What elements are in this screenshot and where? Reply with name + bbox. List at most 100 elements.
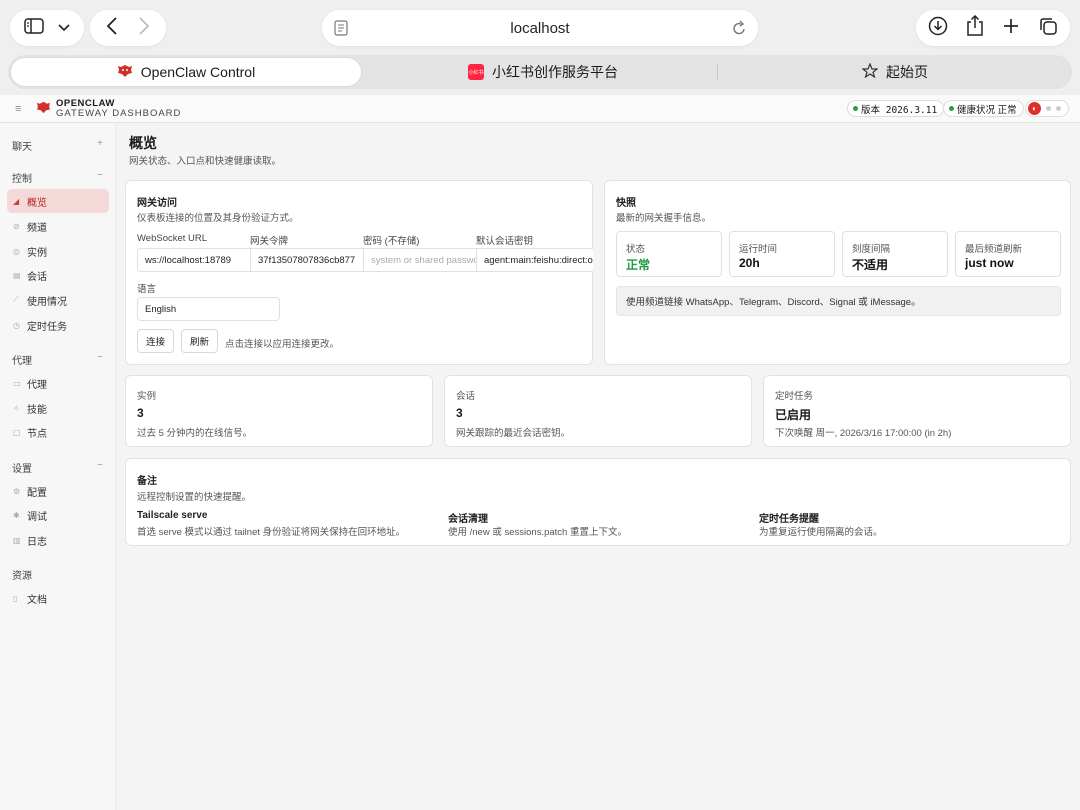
- gateway-token-input[interactable]: 37f13507807836cb877: [250, 248, 364, 272]
- tab-xiaohongshu[interactable]: 小红书 小红书创作服务平台: [368, 57, 718, 87]
- link-icon: ⊘: [13, 221, 20, 231]
- note-title: 定时任务提醒: [759, 514, 819, 525]
- stat-value: just now: [965, 256, 1014, 270]
- sidebar-item-sessions[interactable]: ▤ 会话: [7, 263, 109, 287]
- sidebar-item-label: 概览: [27, 197, 47, 209]
- sidebar-item-nodes[interactable]: ▢ 节点: [7, 420, 109, 444]
- overview-icon: ◢: [13, 196, 20, 206]
- sidebar-item-label: 技能: [27, 404, 47, 416]
- version-badge: 版本 2026.3.11: [847, 100, 945, 117]
- group-toggle[interactable]: −: [97, 460, 103, 471]
- sidebar-item-agents[interactable]: ▭ 代理: [7, 371, 109, 395]
- sidebar: 聊天 + 控制 − ◢ 概览 ⊘ 频道 ◎ 实例 ▤ 会话 ⟋ 使用情况 ◷ 定时任务 代理…: [0, 123, 116, 810]
- forward-icon[interactable]: [138, 16, 150, 40]
- sidebar-item-label: 文档: [27, 594, 47, 606]
- tab-start-page[interactable]: 起始页: [720, 57, 1070, 87]
- address-bar[interactable]: localhost: [322, 10, 758, 46]
- download-icon[interactable]: [928, 16, 948, 41]
- sidebar-item-label: 配置: [27, 487, 47, 499]
- sessions-card: 会话 3 网关跟踪的最近会话密钥。: [444, 375, 752, 447]
- tab-label: 小红书创作服务平台: [492, 64, 618, 80]
- stat-label: 刻度间隔: [852, 244, 891, 255]
- language-select[interactable]: English: [137, 297, 280, 321]
- status-dot: [853, 106, 858, 111]
- sidebar-icon[interactable]: [24, 17, 44, 39]
- stat-last-refresh: 最后频道刷新 just now: [955, 231, 1061, 277]
- health-text: 健康状况 正常: [957, 104, 1017, 116]
- sidebar-item-label: 使用情况: [27, 296, 67, 308]
- theme-option-icon[interactable]: [1056, 106, 1061, 111]
- tabs-overview-icon[interactable]: [1038, 16, 1058, 41]
- folder-icon: ▭: [13, 378, 21, 388]
- share-icon[interactable]: [966, 14, 984, 42]
- password-label: 密码 (不存储): [363, 236, 420, 247]
- theme-option-icon[interactable]: [1046, 106, 1051, 111]
- password-input[interactable]: system or shared password: [363, 248, 477, 272]
- group-toggle[interactable]: −: [97, 170, 103, 181]
- group-toggle[interactable]: +: [97, 138, 103, 149]
- summary-sub: 网关跟踪的最近会话密钥。: [456, 428, 571, 439]
- summary-label: 实例: [137, 391, 157, 402]
- notes-card: 备注 远程控制设置的快速提醒。 Tailscale serve 首选 serve…: [125, 458, 1071, 546]
- bug-icon: ✱: [13, 510, 20, 520]
- reader-icon[interactable]: [334, 20, 348, 41]
- sidebar-item-overview[interactable]: ◢ 概览: [7, 189, 109, 213]
- openclaw-logo-icon: [36, 101, 51, 119]
- sidebar-item-debug[interactable]: ✱ 调试: [7, 503, 109, 527]
- connect-button[interactable]: 连接: [137, 329, 174, 353]
- snapshot-card: 快照 最新的网关握手信息。 状态 正常 运行时间 20h 刻度间隔 不适用 最后…: [604, 180, 1071, 365]
- tab-openclaw[interactable]: OpenClaw Control: [10, 57, 362, 87]
- sidebar-item-logs[interactable]: ▥ 日志: [7, 528, 109, 552]
- sidebar-item-config[interactable]: ⚙ 配置: [7, 479, 109, 503]
- websocket-url-input[interactable]: ws://localhost:18789: [137, 248, 251, 272]
- back-icon[interactable]: [106, 16, 118, 40]
- health-badge: 健康状况 正常: [943, 100, 1024, 117]
- stat-label: 最后频道刷新: [965, 244, 1023, 255]
- sidebar-item-instances[interactable]: ◎ 实例: [7, 239, 109, 263]
- new-tab-icon[interactable]: [1002, 17, 1020, 40]
- reload-icon[interactable]: [732, 20, 746, 41]
- group-toggle[interactable]: −: [97, 352, 103, 363]
- clock-icon: ◷: [13, 320, 20, 330]
- gear-icon: ⚙: [13, 486, 21, 496]
- note-text: 首选 serve 模式以通过 tailnet 身份验证将网关保持在回环地址。: [137, 527, 406, 538]
- gateway-access-card: 网关访问 仪表板连接的位置及其身份验证方式。 WebSocket URL 网关令…: [125, 180, 593, 365]
- radio-icon: ◎: [13, 246, 20, 256]
- sidebar-item-label: 定时任务: [27, 321, 67, 333]
- sidebar-item-usage[interactable]: ⟋ 使用情况: [7, 288, 109, 312]
- websocket-url-label: WebSocket URL: [137, 233, 208, 244]
- sidebar-item-channels[interactable]: ⊘ 频道: [7, 214, 109, 238]
- sidebar-item-docs[interactable]: ▯ 文档: [7, 586, 109, 610]
- version-text: 版本 2026.3.11: [861, 104, 938, 116]
- sidebar-group-agent[interactable]: 代理: [12, 352, 32, 367]
- tab-label: 起始页: [886, 64, 928, 80]
- sidebar-group-chat[interactable]: 聊天: [12, 138, 32, 153]
- note-title: 会话清理: [448, 514, 488, 525]
- book-icon: ▯: [13, 593, 18, 603]
- stat-value: 20h: [739, 256, 760, 270]
- instances-card: 实例 3 过去 5 分钟内的在线信号。: [125, 375, 433, 447]
- browser-chrome: localhost OpenClaw Control 小红书 小红书创作服务平台: [0, 0, 1080, 95]
- stat-status: 状态 正常: [616, 231, 722, 277]
- sparkle-icon: ✧: [13, 403, 20, 413]
- sidebar-group-settings[interactable]: 设置: [12, 460, 32, 475]
- url-text[interactable]: localhost: [510, 20, 569, 37]
- theme-toggle[interactable]: ◐: [1025, 100, 1069, 117]
- theme-active-icon[interactable]: ◐: [1028, 102, 1041, 115]
- monitor-icon: ▢: [13, 427, 21, 437]
- nav-buttons: [90, 10, 166, 46]
- sidebar-item-cron[interactable]: ◷ 定时任务: [7, 313, 109, 337]
- xiaohongshu-logo-icon: 小红书: [468, 64, 484, 80]
- chevron-down-icon[interactable]: [58, 19, 70, 37]
- menu-icon[interactable]: ≡: [15, 103, 21, 115]
- card-subtitle: 仪表板连接的位置及其身份验证方式。: [137, 213, 299, 224]
- sidebar-group-control[interactable]: 控制: [12, 170, 32, 185]
- sidebar-toggle-group[interactable]: [10, 10, 84, 46]
- sidebar-group-resources[interactable]: 资源: [12, 567, 32, 582]
- app-header: ≡ OPENCLAW GATEWAY DASHBOARD 版本 2026.3.1…: [0, 95, 1080, 123]
- log-icon: ▥: [13, 535, 21, 545]
- sidebar-item-skills[interactable]: ✧ 技能: [7, 396, 109, 420]
- browser-actions: [916, 10, 1070, 46]
- session-key-input[interactable]: agent:main:feishu:direct:ou: [476, 248, 593, 272]
- refresh-button[interactable]: 刷新: [181, 329, 218, 353]
